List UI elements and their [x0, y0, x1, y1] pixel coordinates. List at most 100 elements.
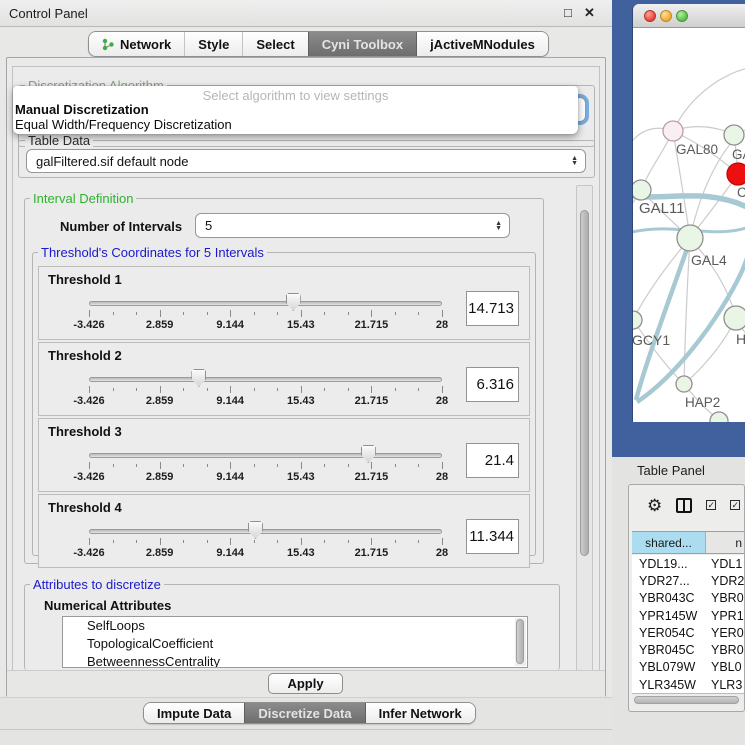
control-panel-tabs: Network Style Select Cyni Toolbox jActiv… [88, 31, 549, 57]
apply-button[interactable]: Apply [268, 673, 343, 694]
threshold-3-panel: Threshold 3 -3.4262.8599.14415.4321.7152… [38, 418, 530, 492]
column-header-name[interactable]: n [706, 532, 744, 553]
threshold-2-track[interactable] [89, 377, 442, 382]
table-data-select[interactable]: galFiltered.sif default node ▲▼ [26, 149, 586, 173]
dropdown-option-equal-width[interactable]: Equal Width/Frequency Discretization [15, 117, 232, 132]
node-label-gcy1: GCY1 [633, 332, 670, 348]
threshold-4-thumb[interactable] [248, 521, 263, 539]
dropdown-hint: Select algorithm to view settings [13, 88, 578, 103]
threshold-1-ticks [89, 310, 442, 318]
numerical-attributes-label: Numerical Attributes [44, 598, 171, 613]
node-gcy1[interactable] [633, 311, 642, 329]
threshold-1-panel: Threshold 1 -3.4262.8599.14415.4321.7152… [38, 266, 530, 340]
threshold-2-panel: Threshold 2 -3.4262.8599.14415.4321.7152… [38, 342, 530, 416]
table-row[interactable]: YDL19...YDL1 [632, 555, 744, 572]
tab-impute-data[interactable]: Impute Data [144, 703, 244, 723]
combo-stepper-icon: ▲▼ [495, 221, 502, 231]
node-label-hap2: HAP2 [685, 395, 720, 410]
interval-definition-title: Interval Definition [30, 191, 136, 206]
threshold-4-value[interactable]: 11.344 [466, 519, 519, 554]
network-canvas[interactable]: GAL80 GA C GAL11 GAL4 GCY1 H HAP2 [633, 28, 745, 422]
float-panel-icon[interactable]: □ [564, 5, 572, 20]
tab-jactivemnodules[interactable]: jActiveMNodules [416, 32, 548, 56]
table-hscrollbar-thumb[interactable] [634, 696, 739, 704]
cyni-mode-tabs: Impute Data Discretize Data Infer Networ… [143, 702, 476, 724]
main-scrollbar[interactable] [576, 185, 593, 693]
column-header-shared-name[interactable]: shared... [632, 532, 706, 553]
threshold-1-thumb[interactable] [286, 293, 301, 311]
threshold-2-value[interactable]: 6.316 [466, 367, 519, 402]
control-panel-titlebar: Control Panel □ ✕ [0, 0, 612, 27]
network-view-window[interactable]: GAL80 GA C GAL11 GAL4 GCY1 H HAP2 [633, 4, 745, 422]
thresholds-group-title: Threshold's Coordinates for 5 Intervals [38, 245, 267, 260]
table-row[interactable]: YBL079WYBL0 [632, 659, 744, 676]
node-table[interactable]: YDL19...YDL1 YDR27...YDR2 YBR043CYBR0 YP… [632, 555, 744, 693]
node-bottom-partial[interactable] [710, 412, 728, 422]
threshold-3-track[interactable] [89, 453, 442, 458]
tab-cyni-toolbox[interactable]: Cyni Toolbox [308, 32, 416, 56]
threshold-3-label: Threshold 3 [48, 424, 122, 439]
tab-infer-network[interactable]: Infer Network [365, 703, 475, 723]
tab-select[interactable]: Select [242, 32, 307, 56]
threshold-1-value[interactable]: 14.713 [466, 291, 519, 326]
threshold-3-thumb[interactable] [361, 445, 376, 463]
node-gal80[interactable] [663, 121, 683, 141]
node-label-gal4: GAL4 [691, 252, 727, 268]
select-columns-checkbox-icon[interactable]: ✓ [706, 500, 716, 510]
panel-title: Control Panel [9, 6, 88, 21]
threshold-2-thumb[interactable] [191, 369, 206, 387]
threshold-2-label: Threshold 2 [48, 348, 122, 363]
table-row[interactable]: YPR145WYPR1 [632, 607, 744, 624]
num-intervals-label: Number of Intervals [60, 219, 182, 234]
node-red-selected[interactable] [727, 163, 745, 185]
table-data-title: Table Data [25, 133, 93, 148]
combo-stepper-icon: ▲▼ [571, 156, 578, 166]
threshold-4-track[interactable] [89, 529, 442, 534]
table-row[interactable]: YLR345WYLR3 [632, 676, 744, 693]
network-window-titlebar [633, 4, 745, 28]
main-scrollbar-thumb[interactable] [580, 210, 589, 556]
threshold-1-track[interactable] [89, 301, 442, 306]
attributes-group-title: Attributes to discretize [30, 577, 164, 592]
list-item[interactable]: BetweennessCentrality [63, 653, 527, 668]
dropdown-option-manual[interactable]: Manual Discretization [15, 102, 149, 117]
node-label-partial-mid: C [737, 185, 745, 200]
table-row[interactable]: YDR27...YDR2 [632, 572, 744, 589]
node-gal4[interactable] [677, 225, 703, 251]
column-layout-icon[interactable] [676, 498, 692, 513]
numerical-attributes-list[interactable]: SelfLoops TopologicalCoefficient Between… [62, 616, 528, 668]
table-panel-title: Table Panel [637, 463, 705, 478]
close-window-icon[interactable] [644, 10, 656, 22]
network-icon [102, 38, 115, 51]
node-hap2[interactable] [676, 376, 692, 392]
minimize-window-icon[interactable] [660, 10, 672, 22]
table-row[interactable]: YBR043CYBR0 [632, 590, 744, 607]
tab-network[interactable]: Network [89, 32, 184, 56]
threshold-4-label: Threshold 4 [48, 500, 122, 515]
node-label-partial-low: H [736, 331, 745, 347]
threshold-3-value[interactable]: 21.4 [466, 443, 519, 478]
list-item[interactable]: SelfLoops [63, 617, 527, 635]
node-label-partial-top: GA [732, 147, 745, 162]
node-right-mid[interactable] [724, 306, 745, 330]
algorithm-dropdown-popup: Select algorithm to view settings Manual… [13, 86, 578, 134]
node-gal11[interactable] [633, 180, 651, 200]
zoom-window-icon[interactable] [676, 10, 688, 22]
num-intervals-select[interactable]: 5 ▲▼ [195, 213, 510, 238]
network-graph: GAL80 GA C GAL11 GAL4 GCY1 H HAP2 [633, 28, 745, 422]
node-label-gal11: GAL11 [639, 200, 685, 217]
tab-style[interactable]: Style [184, 32, 242, 56]
close-panel-icon[interactable]: ✕ [584, 5, 595, 21]
threshold-4-ticks [89, 538, 442, 546]
table-panel: Table Panel ⚙ ✓ ✓ shared... n YDL19...YD… [612, 457, 745, 745]
list-item[interactable]: TopologicalCoefficient [63, 635, 527, 653]
table-settings-gear-icon[interactable]: ⚙ [647, 497, 662, 514]
tab-discretize-data[interactable]: Discretize Data [244, 703, 364, 723]
table-row[interactable]: YBR045CYBR0 [632, 641, 744, 658]
attributes-list-scrollbar[interactable] [515, 618, 526, 666]
table-horizontal-scrollbar[interactable] [632, 693, 744, 706]
select-all-checkbox-icon[interactable]: ✓ [730, 500, 740, 510]
threshold-3-ticks [89, 462, 442, 470]
table-row[interactable]: YER054CYER0 [632, 624, 744, 641]
node-top-right[interactable] [724, 125, 744, 145]
